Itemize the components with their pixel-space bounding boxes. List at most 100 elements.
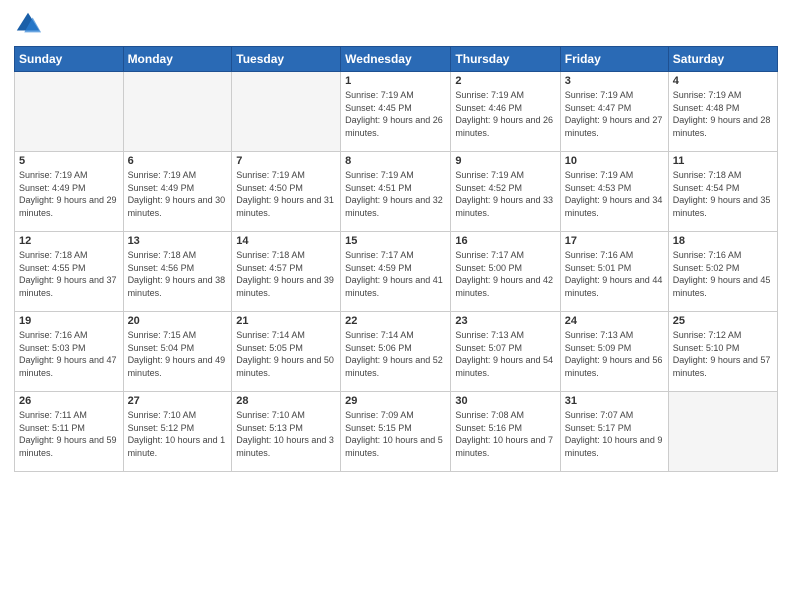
calendar-cell: 8 Sunrise: 7:19 AMSunset: 4:51 PMDaylight… (341, 152, 451, 232)
calendar-cell: 4 Sunrise: 7:19 AMSunset: 4:48 PMDaylight… (668, 72, 777, 152)
calendar-header-monday: Monday (123, 47, 232, 72)
calendar-cell: 25 Sunrise: 7:12 AMSunset: 5:10 PMDayligh… (668, 312, 777, 392)
day-number: 27 (128, 395, 228, 407)
logo (14, 10, 46, 38)
day-number: 22 (345, 315, 446, 327)
calendar-cell: 28Sunrise: 7:10 AMSunset: 5:13 PMDayligh… (232, 392, 341, 472)
calendar-header-thursday: Thursday (451, 47, 560, 72)
day-info: Sunrise: 7:19 AMSunset: 4:45 PMDaylight:… (345, 89, 446, 139)
calendar-header-friday: Friday (560, 47, 668, 72)
day-info: Sunrise: 7:18 AMSunset: 4:56 PMDaylight:… (128, 249, 228, 299)
calendar-cell: 19 Sunrise: 7:16 AMSunset: 5:03 PMDayligh… (15, 312, 124, 392)
day-number: 25 (673, 315, 773, 327)
calendar-cell: 27 Sunrise: 7:10 AMSunset: 5:12 PMDayligh… (123, 392, 232, 472)
day-number: 28 (236, 395, 336, 407)
day-info: Sunrise: 7:15 AMSunset: 5:04 PMDaylight:… (128, 329, 228, 379)
day-number: 13 (128, 235, 228, 247)
calendar-cell: 1 Sunrise: 7:19 AMSunset: 4:45 PMDaylight… (341, 72, 451, 152)
day-number: 10 (565, 155, 664, 167)
calendar-cell (668, 392, 777, 472)
calendar-cell: 20 Sunrise: 7:15 AMSunset: 5:04 PMDayligh… (123, 312, 232, 392)
day-info: Sunrise: 7:13 AMSunset: 5:07 PMDaylight:… (455, 329, 555, 379)
day-number: 21 (236, 315, 336, 327)
day-number: 6 (128, 155, 228, 167)
day-info: Sunrise: 7:17 AMSunset: 4:59 PMDaylight:… (345, 249, 446, 299)
day-number: 3 (565, 75, 664, 87)
day-info: Sunrise: 7:19 AMSunset: 4:51 PMDaylight:… (345, 169, 446, 219)
day-info: Sunrise: 7:08 AMSunset: 5:16 PMDaylight:… (455, 409, 555, 459)
calendar-cell: 3 Sunrise: 7:19 AMSunset: 4:47 PMDaylight… (560, 72, 668, 152)
day-number: 2 (455, 75, 555, 87)
day-number: 17 (565, 235, 664, 247)
day-number: 24 (565, 315, 664, 327)
day-number: 8 (345, 155, 446, 167)
day-info: Sunrise: 7:19 AMSunset: 4:48 PMDaylight:… (673, 89, 773, 139)
calendar-cell (123, 72, 232, 152)
calendar-cell: 12Sunrise: 7:18 AMSunset: 4:55 PMDayligh… (15, 232, 124, 312)
calendar-cell: 9Sunrise: 7:19 AMSunset: 4:52 PMDaylight… (451, 152, 560, 232)
calendar-cell: 30 Sunrise: 7:08 AMSunset: 5:16 PMDayligh… (451, 392, 560, 472)
calendar-cell: 6Sunrise: 7:19 AMSunset: 4:49 PMDaylight… (123, 152, 232, 232)
day-number: 16 (455, 235, 555, 247)
day-info: Sunrise: 7:18 AMSunset: 4:54 PMDaylight:… (673, 169, 773, 219)
day-info: Sunrise: 7:19 AMSunset: 4:47 PMDaylight:… (565, 89, 664, 139)
calendar-cell: 7 Sunrise: 7:19 AMSunset: 4:50 PMDaylight… (232, 152, 341, 232)
calendar-cell: 5 Sunrise: 7:19 AMSunset: 4:49 PMDaylight… (15, 152, 124, 232)
day-info: Sunrise: 7:11 AMSunset: 5:11 PMDaylight:… (19, 409, 119, 459)
day-info: Sunrise: 7:19 AMSunset: 4:53 PMDaylight:… (565, 169, 664, 219)
day-info: Sunrise: 7:16 AMSunset: 5:03 PMDaylight:… (19, 329, 119, 379)
logo-icon (14, 10, 42, 38)
day-info: Sunrise: 7:12 AMSunset: 5:10 PMDaylight:… (673, 329, 773, 379)
day-number: 26 (19, 395, 119, 407)
calendar-header-wednesday: Wednesday (341, 47, 451, 72)
week-row-1: 1 Sunrise: 7:19 AMSunset: 4:45 PMDaylight… (15, 72, 778, 152)
day-info: Sunrise: 7:09 AMSunset: 5:15 PMDaylight:… (345, 409, 446, 459)
calendar-cell: 16Sunrise: 7:17 AMSunset: 5:00 PMDayligh… (451, 232, 560, 312)
day-number: 15 (345, 235, 446, 247)
day-info: Sunrise: 7:07 AMSunset: 5:17 PMDaylight:… (565, 409, 664, 459)
day-number: 1 (345, 75, 446, 87)
calendar-cell: 13 Sunrise: 7:18 AMSunset: 4:56 PMDayligh… (123, 232, 232, 312)
day-info: Sunrise: 7:18 AMSunset: 4:55 PMDaylight:… (19, 249, 119, 299)
calendar-header-row: SundayMondayTuesdayWednesdayThursdayFrid… (15, 47, 778, 72)
day-info: Sunrise: 7:19 AMSunset: 4:49 PMDaylight:… (19, 169, 119, 219)
day-info: Sunrise: 7:16 AMSunset: 5:02 PMDaylight:… (673, 249, 773, 299)
page: SundayMondayTuesdayWednesdayThursdayFrid… (0, 0, 792, 612)
day-info: Sunrise: 7:14 AMSunset: 5:05 PMDaylight:… (236, 329, 336, 379)
week-row-5: 26 Sunrise: 7:11 AMSunset: 5:11 PMDayligh… (15, 392, 778, 472)
calendar-cell: 26 Sunrise: 7:11 AMSunset: 5:11 PMDayligh… (15, 392, 124, 472)
day-info: Sunrise: 7:10 AMSunset: 5:12 PMDaylight:… (128, 409, 228, 459)
calendar-cell: 18 Sunrise: 7:16 AMSunset: 5:02 PMDayligh… (668, 232, 777, 312)
calendar-cell: 21 Sunrise: 7:14 AMSunset: 5:05 PMDayligh… (232, 312, 341, 392)
day-number: 19 (19, 315, 119, 327)
day-number: 23 (455, 315, 555, 327)
week-row-2: 5 Sunrise: 7:19 AMSunset: 4:49 PMDaylight… (15, 152, 778, 232)
day-info: Sunrise: 7:18 AMSunset: 4:57 PMDaylight:… (236, 249, 336, 299)
day-number: 5 (19, 155, 119, 167)
day-info: Sunrise: 7:19 AMSunset: 4:46 PMDaylight:… (455, 89, 555, 139)
calendar-cell: 22 Sunrise: 7:14 AMSunset: 5:06 PMDayligh… (341, 312, 451, 392)
day-number: 20 (128, 315, 228, 327)
day-number: 4 (673, 75, 773, 87)
day-number: 11 (673, 155, 773, 167)
day-number: 30 (455, 395, 555, 407)
calendar-cell: 29 Sunrise: 7:09 AMSunset: 5:15 PMDayligh… (341, 392, 451, 472)
calendar-cell: 11 Sunrise: 7:18 AMSunset: 4:54 PMDayligh… (668, 152, 777, 232)
day-info: Sunrise: 7:16 AMSunset: 5:01 PMDaylight:… (565, 249, 664, 299)
week-row-3: 12Sunrise: 7:18 AMSunset: 4:55 PMDayligh… (15, 232, 778, 312)
day-info: Sunrise: 7:19 AMSunset: 4:52 PMDaylight:… (455, 169, 555, 219)
calendar-cell: 15 Sunrise: 7:17 AMSunset: 4:59 PMDayligh… (341, 232, 451, 312)
calendar-cell: 17 Sunrise: 7:16 AMSunset: 5:01 PMDayligh… (560, 232, 668, 312)
day-number: 31 (565, 395, 664, 407)
day-number: 18 (673, 235, 773, 247)
calendar-cell: 10 Sunrise: 7:19 AMSunset: 4:53 PMDayligh… (560, 152, 668, 232)
calendar-cell: 23 Sunrise: 7:13 AMSunset: 5:07 PMDayligh… (451, 312, 560, 392)
calendar: SundayMondayTuesdayWednesdayThursdayFrid… (14, 46, 778, 472)
calendar-cell: 2 Sunrise: 7:19 AMSunset: 4:46 PMDaylight… (451, 72, 560, 152)
day-info: Sunrise: 7:19 AMSunset: 4:50 PMDaylight:… (236, 169, 336, 219)
day-info: Sunrise: 7:14 AMSunset: 5:06 PMDaylight:… (345, 329, 446, 379)
day-number: 7 (236, 155, 336, 167)
day-number: 29 (345, 395, 446, 407)
week-row-4: 19 Sunrise: 7:16 AMSunset: 5:03 PMDayligh… (15, 312, 778, 392)
calendar-cell: 14Sunrise: 7:18 AMSunset: 4:57 PMDayligh… (232, 232, 341, 312)
